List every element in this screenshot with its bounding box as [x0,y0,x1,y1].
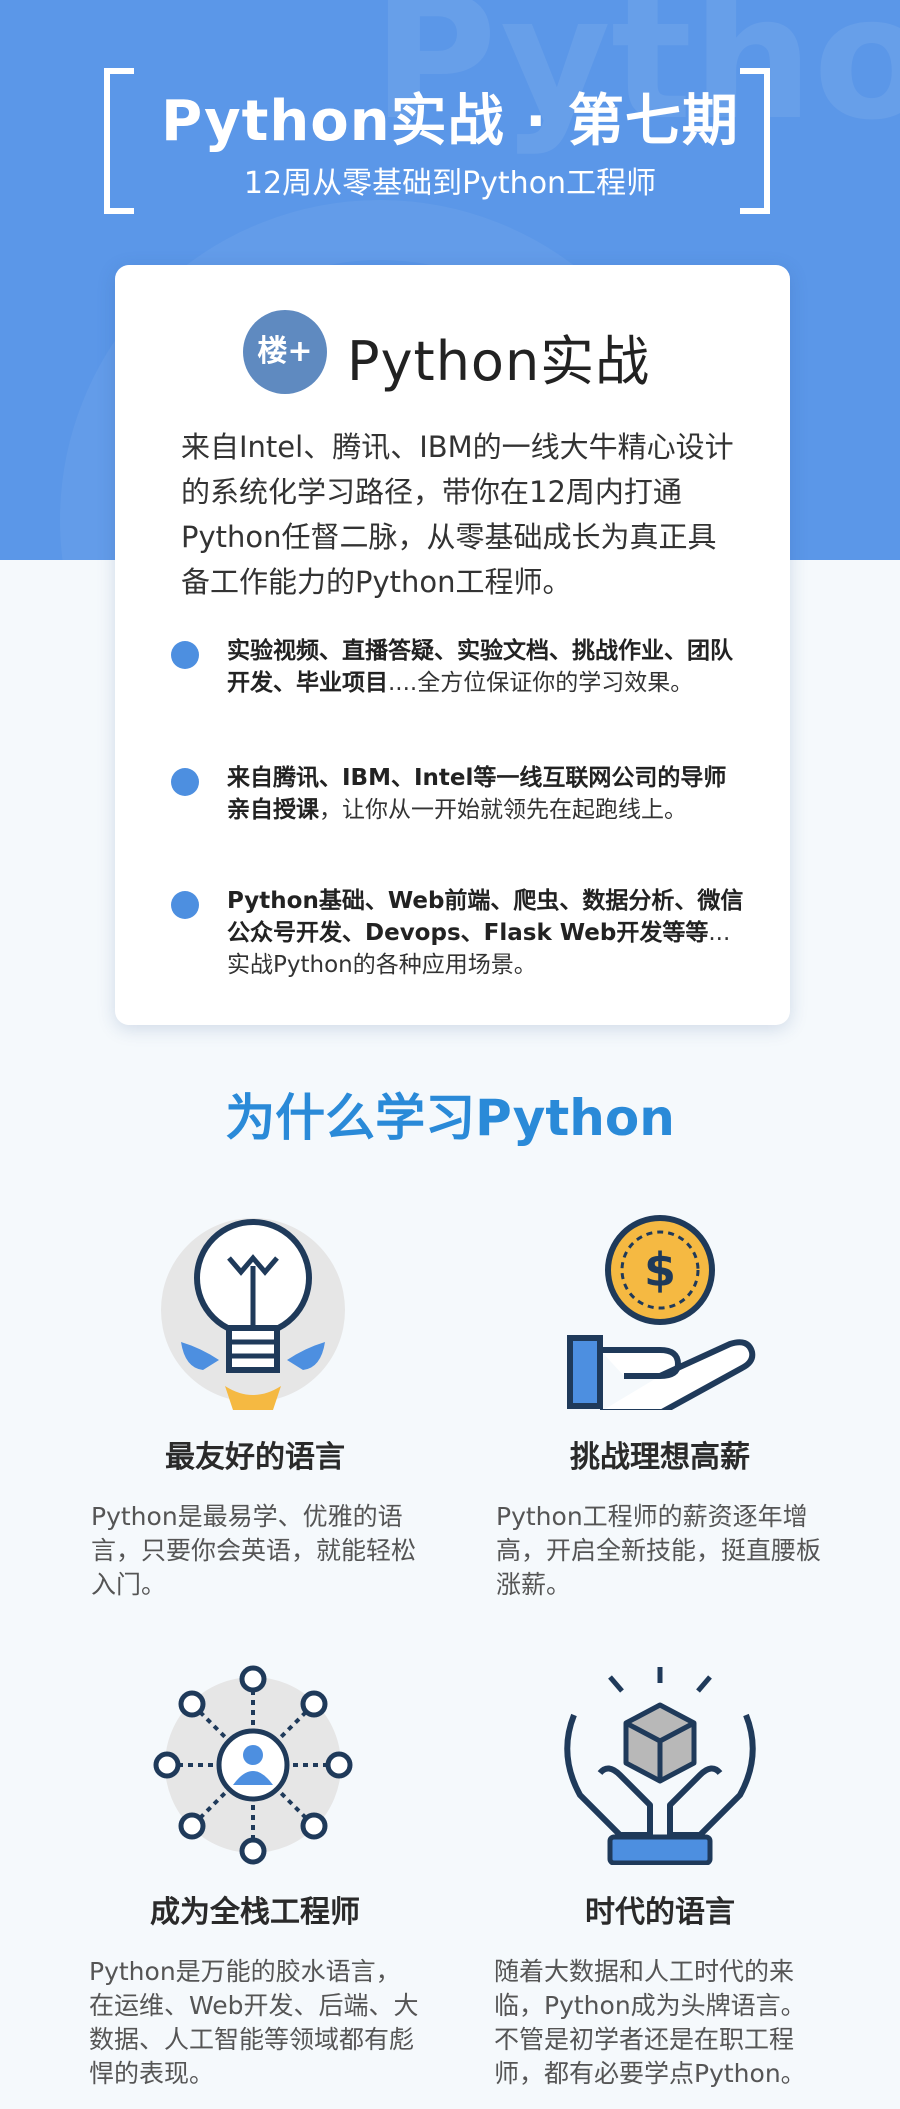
hand-coin-icon: $ [490,1210,830,1415]
logo-badge: 楼+ [243,310,327,394]
svg-text:$: $ [644,1243,676,1297]
feature-title: 时代的语言 [585,1895,735,1930]
feature-desc: Python是最易学、优雅的语言，只要你会英语，就能轻松入门。 [91,1502,417,1599]
hands-cube-icon [490,1665,830,1866]
page-title: Python实战 · 第七期 [161,89,739,154]
course-card: 楼+ Python实战 来自Intel、腾讯、IBM的一线大牛精心设计的系统化学… [115,265,790,1025]
feature-friendly: 最友好的语言 Python是最易学、优雅的语言，只要你会英语，就能轻松入门。 [85,1210,425,1610]
bullet-dot-icon [171,641,199,669]
logo-text: Python实战 [347,330,651,393]
feature-desc: Python工程师的薪资逐年增高，开启全新技能，挺直腰板涨薪。 [496,1502,822,1599]
feature-era: 时代的语言 随着大数据和人工时代的来临，Python成为头牌语言。不管是初学者还… [490,1665,830,2095]
section-title: 为什么学习Python [225,1089,675,1147]
feature-title: 成为全栈工程师 [150,1895,360,1930]
feature-desc: Python是万能的胶水语言，在运维、Web开发、后端、大数据、人工智能等领域都… [89,1957,419,2088]
bullet-text: Python基础、Web前端、爬虫、数据分析、微信公众号开发、Devops、Fl… [227,888,744,978]
feature-fullstack: 成为全栈工程师 Python是万能的胶水语言，在运维、Web开发、后端、大数据、… [85,1665,425,2095]
page-subtitle: 12周从零基础到Python工程师 [243,166,657,201]
bullet-dot-icon [171,768,199,796]
bullet-text: 来自腾讯、IBM、Intel等一线互联网公司的导师亲自授课，让你从一开始就领先在… [227,765,727,823]
network-user-icon [85,1665,425,1865]
bullet-text: 实验视频、直播答疑、实验文档、挑战作业、团队开发、毕业项目....全方位保证你的… [227,638,733,696]
course-intro: 来自Intel、腾讯、IBM的一线大牛精心设计的系统化学习路径，带你在12周内打… [181,430,734,599]
feature-title: 最友好的语言 [165,1440,345,1475]
bullet-dot-icon [171,891,199,919]
feature-salary: $ 挑战理想高薪 Python工程师的薪资逐年增高，开启全新技能，挺直腰板涨薪。 [490,1210,830,1610]
feature-desc: 随着大数据和人工时代的来临，Python成为头牌语言。不管是初学者还是在职工程师… [494,1957,806,2088]
lightbulb-rocket-icon [85,1210,425,1410]
feature-title: 挑战理想高薪 [570,1440,750,1475]
